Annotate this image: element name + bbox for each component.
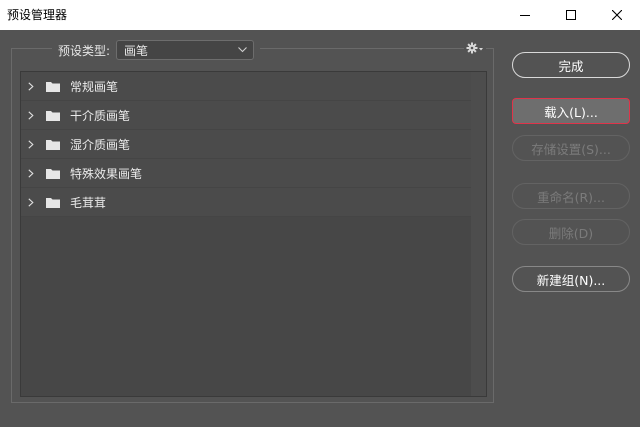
close-button[interactable]: [594, 0, 640, 30]
list-item[interactable]: 常规画笔: [21, 72, 471, 101]
preset-type-select[interactable]: 画笔: [116, 40, 255, 60]
list-item-label: 特殊效果画笔: [70, 166, 143, 181]
folder-icon: [46, 197, 62, 208]
chevron-down-icon: [238, 47, 247, 53]
preset-type-value: 画笔: [124, 43, 149, 58]
preset-type-row: 预设类型: 画笔: [52, 39, 261, 61]
list-item-label: 湿介质画笔: [70, 137, 131, 152]
folder-icon: [46, 139, 62, 150]
list-item[interactable]: 干介质画笔: [21, 101, 471, 130]
preset-type-label: 预设类型:: [58, 43, 111, 58]
chevron-right-icon[interactable]: [28, 139, 46, 149]
folder-icon: [46, 110, 62, 121]
preset-list[interactable]: 常规画笔 干介质画笔 湿介质画笔 特殊效果画笔 毛茸茸: [20, 71, 487, 397]
rename-button[interactable]: 重命名(R)...: [512, 183, 630, 209]
list-item-label: 常规画笔: [70, 79, 119, 94]
list-item-label: 毛茸茸: [70, 195, 107, 210]
chevron-right-icon[interactable]: [28, 168, 46, 178]
preset-manager-dialog: 预设类型: 画笔 常规画笔 干介质画笔 湿介质画笔 特殊效果画笔 毛茸茸 完成 …: [0, 30, 640, 427]
chevron-right-icon[interactable]: [28, 197, 46, 207]
load-button[interactable]: 载入(L)...: [512, 98, 630, 124]
minimize-icon: [520, 15, 530, 16]
list-item[interactable]: 毛茸茸: [21, 188, 471, 217]
settings-menu-button[interactable]: [464, 40, 486, 56]
title-bar: 预设管理器: [0, 0, 640, 30]
delete-button[interactable]: 删除(D): [512, 219, 630, 245]
save-settings-button[interactable]: 存储设置(S)...: [512, 135, 630, 161]
new-group-button[interactable]: 新建组(N)...: [512, 266, 630, 292]
folder-icon: [46, 168, 62, 179]
list-item[interactable]: 湿介质画笔: [21, 130, 471, 159]
chevron-right-icon[interactable]: [28, 110, 46, 120]
maximize-button[interactable]: [548, 0, 594, 30]
list-scrollbar[interactable]: [471, 72, 486, 396]
close-icon: [612, 10, 622, 20]
list-item-label: 干介质画笔: [70, 108, 131, 123]
folder-icon: [46, 81, 62, 92]
chevron-right-icon[interactable]: [28, 81, 46, 91]
done-button[interactable]: 完成: [512, 52, 630, 78]
list-item[interactable]: 特殊效果画笔: [21, 159, 471, 188]
maximize-icon: [566, 10, 576, 20]
gear-icon: [466, 42, 483, 54]
window-title: 预设管理器: [7, 8, 68, 22]
preset-rows: 常规画笔 干介质画笔 湿介质画笔 特殊效果画笔 毛茸茸: [21, 72, 471, 217]
minimize-button[interactable]: [502, 0, 548, 30]
